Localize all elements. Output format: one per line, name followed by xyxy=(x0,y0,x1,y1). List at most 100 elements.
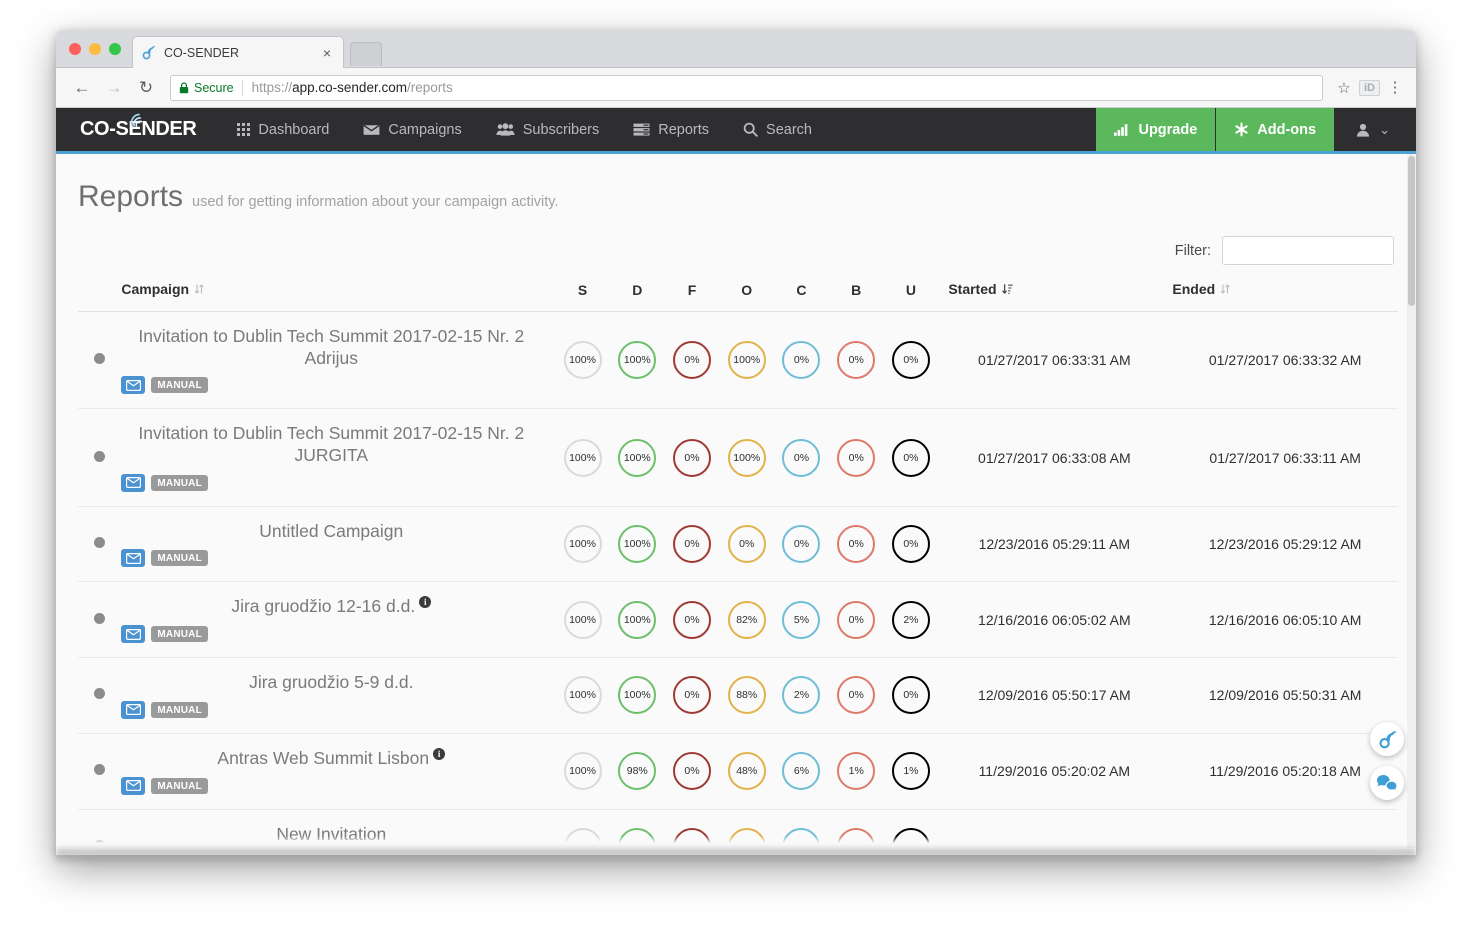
nav-label-subscribers: Subscribers xyxy=(522,121,600,138)
navbar-spacer xyxy=(829,108,1096,151)
th-metric-u[interactable]: U xyxy=(883,281,939,312)
upgrade-button[interactable]: Upgrade xyxy=(1096,108,1217,151)
nav-item-subscribers[interactable]: Subscribers xyxy=(479,108,617,151)
campaign-badges: MANUAL xyxy=(121,625,541,644)
campaign-name[interactable]: New Invitation xyxy=(121,824,541,846)
reload-button[interactable]: ↻ xyxy=(132,74,160,102)
campaign-cell[interactable]: Antras Web Summit Lisbon i MANUAL xyxy=(121,733,555,809)
campaign-cell[interactable]: Untitled Campaign MANUAL xyxy=(121,506,555,582)
addons-button[interactable]: Add-ons xyxy=(1216,108,1335,151)
table-row[interactable]: Untitled Campaign MANUAL 100% 100% 0% 0% 0% 0% 0… xyxy=(78,506,1398,582)
row-status-cell xyxy=(78,733,121,809)
campaign-cell[interactable]: Invitation to Dublin Tech Summit 2017-02… xyxy=(121,312,555,409)
address-bar[interactable]: Secure https://app.co-sender.com/reports xyxy=(170,74,1323,101)
nav-item-search[interactable]: Search xyxy=(726,108,829,151)
nav-item-dashboard[interactable]: Dashboard xyxy=(220,108,346,151)
metric-cell-u: 2% xyxy=(884,582,939,658)
user-menu[interactable]: ⌄ xyxy=(1334,108,1416,151)
cosender-widget-button[interactable] xyxy=(1370,722,1404,756)
th-metric-b[interactable]: B xyxy=(828,281,884,312)
metric-cell-u: 0% xyxy=(884,809,939,848)
th-campaign[interactable]: Campaign xyxy=(121,281,556,312)
campaign-name[interactable]: Invitation to Dublin Tech Summit 2017-02… xyxy=(121,423,541,466)
browser-tab[interactable]: CO-SENDER × xyxy=(132,36,344,68)
chat-widget-button[interactable] xyxy=(1370,766,1404,800)
table-row[interactable]: Jira gruodžio 12-16 d.d. i MANUAL 100% 100% 0… xyxy=(78,582,1398,658)
email-type-icon xyxy=(121,625,146,644)
forward-button[interactable]: → xyxy=(100,74,128,102)
metric-cell-f: 0% xyxy=(665,506,720,582)
th-metric-d[interactable]: D xyxy=(609,281,665,312)
new-tab-button[interactable] xyxy=(350,42,382,66)
table-row[interactable]: Invitation to Dublin Tech Summit 2017-02… xyxy=(78,409,1398,507)
users-icon xyxy=(496,123,515,136)
row-status-cell xyxy=(78,658,121,734)
table-row[interactable]: Invitation to Dublin Tech Summit 2017-02… xyxy=(78,312,1398,409)
extension-badge-id[interactable]: iD xyxy=(1359,79,1380,96)
sort-icon-started-desc[interactable] xyxy=(1001,282,1013,298)
campaign-cell[interactable]: Jira gruodžio 5-9 d.d. MANUAL xyxy=(121,658,555,734)
close-tab-button[interactable]: × xyxy=(319,45,335,61)
nav-item-campaigns[interactable]: Campaigns xyxy=(346,108,478,151)
bookmark-star-icon[interactable]: ☆ xyxy=(1331,79,1357,97)
addons-label: Add-ons xyxy=(1257,121,1317,138)
campaign-cell[interactable]: Jira gruodžio 12-16 d.d. i MANUAL xyxy=(121,582,555,658)
back-button[interactable]: ← xyxy=(68,74,96,102)
table-row[interactable]: New InvitationMANUAL 100% 100% 0% 100% 0% 0% 0%… xyxy=(78,809,1398,848)
th-started[interactable]: Started xyxy=(938,281,1161,312)
metric-cell-c: 2% xyxy=(774,658,829,734)
metric-circle-d: 100% xyxy=(618,676,657,715)
campaign-cell[interactable]: Invitation to Dublin Tech Summit 2017-02… xyxy=(121,409,555,506)
filter-input[interactable] xyxy=(1222,236,1394,265)
th-metric-s[interactable]: S xyxy=(555,281,610,312)
metric-cell-f: 0% xyxy=(665,409,720,506)
page-scrollbar[interactable] xyxy=(1407,154,1416,848)
metric-cell-b: 0% xyxy=(829,809,884,848)
campaign-cell[interactable]: New InvitationMANUAL xyxy=(121,809,555,848)
cosender-logo-icon xyxy=(1377,729,1398,750)
nav-item-reports[interactable]: Reports xyxy=(616,108,726,151)
th-metric-o[interactable]: O xyxy=(719,281,775,312)
th-metric-c[interactable]: C xyxy=(774,281,829,312)
email-type-icon xyxy=(121,376,146,395)
metric-circle-b: 0% xyxy=(837,438,876,477)
metric-circle-c: 0% xyxy=(782,341,821,380)
campaign-name[interactable]: Invitation to Dublin Tech Summit 2017-02… xyxy=(121,326,541,369)
metric-cell-c: 0% xyxy=(774,312,829,409)
brand-logo[interactable]: CO-SENDER xyxy=(56,108,220,151)
info-icon[interactable]: i xyxy=(419,596,432,609)
metric-circle-s: 100% xyxy=(563,676,602,715)
campaign-name[interactable]: Jira gruodžio 5-9 d.d. xyxy=(121,672,541,694)
close-window-button[interactable] xyxy=(69,43,81,55)
table-row[interactable]: Antras Web Summit Lisbon i MANUAL 100% 98% 0%… xyxy=(78,733,1398,809)
url-scheme: https:// xyxy=(251,80,293,95)
info-icon[interactable]: i xyxy=(433,747,446,760)
metric-cell-o: 48% xyxy=(719,733,774,809)
table-row[interactable]: Jira gruodžio 5-9 d.d. MANUAL 100% 100% 0% 88… xyxy=(78,658,1398,734)
started-cell: 12/09/2016 05:50:17 AM xyxy=(978,687,1131,704)
table-body: Invitation to Dublin Tech Summit 2017-02… xyxy=(78,312,1398,848)
window-traffic-lights xyxy=(69,43,121,55)
metric-cell-u: 0% xyxy=(884,409,939,506)
email-type-icon xyxy=(121,549,146,568)
sort-icon-ended[interactable] xyxy=(1220,282,1230,298)
sort-icon-campaign[interactable] xyxy=(194,282,204,298)
minimize-window-button[interactable] xyxy=(89,43,101,55)
th-metric-f[interactable]: F xyxy=(664,281,720,312)
th-ended[interactable]: Ended xyxy=(1160,281,1398,312)
page-scrollbar-thumb[interactable] xyxy=(1408,156,1415,306)
metric-cell-f: 0% xyxy=(665,582,720,658)
url-path: /reports xyxy=(406,80,453,95)
campaign-name[interactable]: Antras Web Summit Lisbon i xyxy=(121,747,541,770)
browser-menu-icon[interactable]: ⋮ xyxy=(1386,80,1404,95)
metric-circle-u: 0% xyxy=(891,827,930,848)
metric-cell-c: 0% xyxy=(774,809,829,848)
metric-circle-u: 2% xyxy=(891,600,930,639)
campaign-badges: MANUAL xyxy=(121,776,541,795)
maximize-window-button[interactable] xyxy=(109,43,121,55)
metric-cell-o: 100% xyxy=(719,312,774,409)
browser-tab-title: CO-SENDER xyxy=(164,45,240,60)
campaign-name[interactable]: Untitled Campaign xyxy=(121,521,541,543)
campaign-name[interactable]: Jira gruodžio 12-16 d.d. i xyxy=(121,596,541,618)
chevron-down-icon: ⌄ xyxy=(1379,121,1390,137)
